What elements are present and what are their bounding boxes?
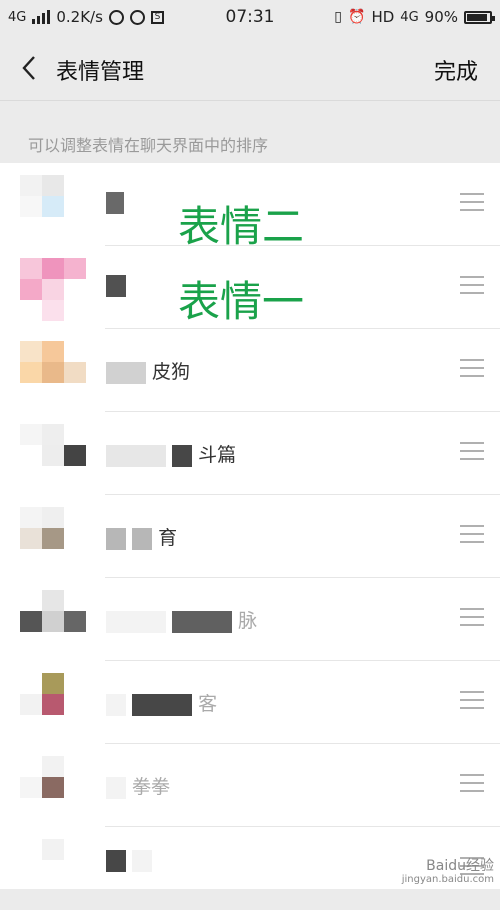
watermark-line2: jingyan.baidu.com [401,874,494,885]
page-title: 表情管理 [56,60,145,85]
sticker-thumbnail [20,341,86,403]
battery-percent: 90% [424,8,458,26]
sticker-name: 斗篇 [106,440,236,467]
drag-handle-icon[interactable] [460,276,484,296]
sort-hint: 可以调整表情在聊天界面中的排序 [28,136,269,155]
sticker-name: 拳拳 [106,772,170,799]
watermark: Baidu经验 jingyan.baidu.com [401,857,494,885]
sticker-list: 表情二 表情一 皮狗 斗篇 育 脉 客 拳拳 Baidu经验 jingyan.b… [0,163,500,889]
nav-bar: 表情管理 完成 [0,36,500,100]
drag-handle-icon[interactable] [460,691,484,711]
sticker-name [106,849,153,872]
drag-handle-icon[interactable] [460,359,484,379]
sticker-name: 育 [106,523,177,550]
vibrate-icon: ▯ [334,9,343,25]
list-item[interactable]: 育 [0,495,500,578]
list-item[interactable]: 表情一 [0,246,500,329]
list-item[interactable]: 斗篇 [0,412,500,495]
sticker-name [106,191,124,214]
sticker-thumbnail [20,424,86,486]
alarm-icon: ⏰ [348,9,366,25]
list-item[interactable]: 表情二 [0,163,500,251]
hd-label: HD [371,8,395,26]
list-item[interactable]: 脉 [0,578,500,661]
sticker-thumbnail [20,673,86,735]
done-button[interactable]: 完成 [434,54,478,86]
sticker-thumbnail [20,590,86,652]
back-arrow-icon[interactable] [16,54,44,82]
sticker-thumbnail [20,839,86,901]
nav-divider [0,100,500,101]
status-bar: 4G 0.2K/s S 07:31 ▯ ⏰ HD 4G 90% [0,0,500,36]
sticker-thumbnail [20,507,86,569]
sticker-thumbnail [20,756,86,818]
battery-icon [464,10,495,24]
sticker-thumbnail [20,175,86,237]
sticker-name: 脉 [106,606,257,633]
watermark-line1: Baidu经验 [426,857,494,874]
drag-handle-icon[interactable] [460,193,484,213]
drag-handle-icon[interactable] [460,442,484,462]
sticker-thumbnail [20,258,86,321]
list-item[interactable]: 皮狗 [0,329,500,412]
sticker-name: 客 [106,689,217,716]
sticker-name: 皮狗 [106,357,190,384]
status-right: ▯ ⏰ HD 4G 90% [334,8,495,26]
annotation-label: 表情一 [178,277,305,326]
list-item[interactable]: 拳拳 [0,744,500,827]
drag-handle-icon[interactable] [460,774,484,794]
sticker-name [106,274,126,297]
list-item[interactable]: 客 [0,661,500,744]
network-right-label: 4G [400,9,419,25]
drag-handle-icon[interactable] [460,525,484,545]
drag-handle-icon[interactable] [460,608,484,628]
